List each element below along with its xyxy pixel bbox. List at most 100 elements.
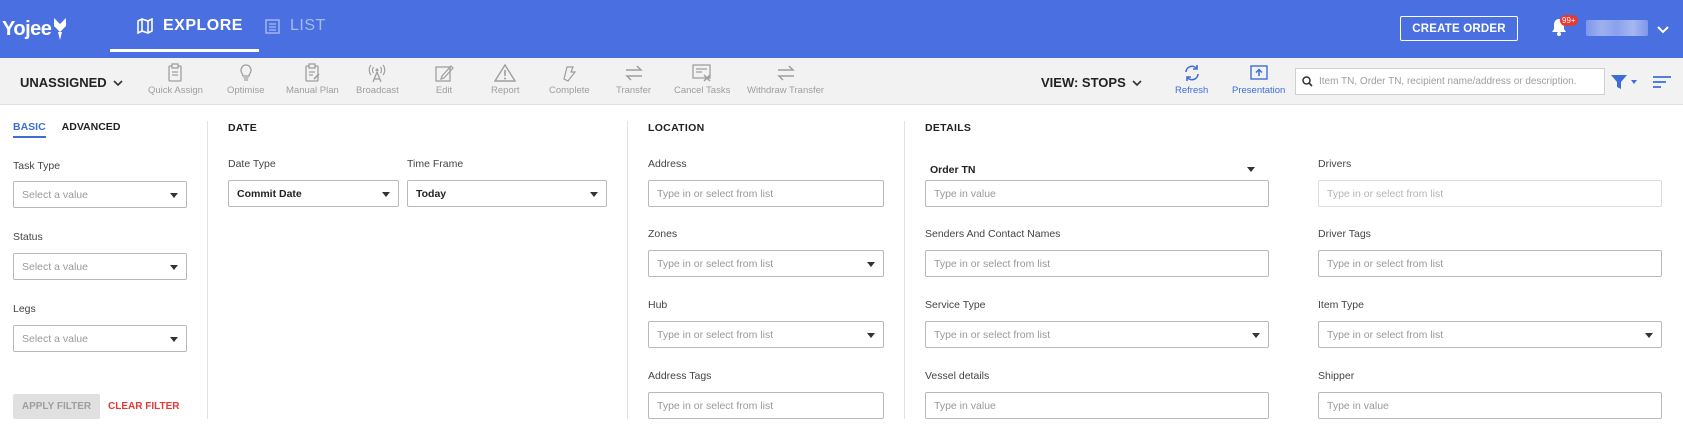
caret-down-icon bbox=[1645, 333, 1653, 338]
chevron-down-icon[interactable] bbox=[1657, 22, 1669, 40]
transfer-icon bbox=[624, 65, 643, 81]
caret-down-icon bbox=[590, 192, 598, 197]
hub-placeholder: Type in or select from list bbox=[657, 328, 774, 341]
broadcast-button[interactable]: Broadcast bbox=[356, 63, 399, 96]
quick-assign-button[interactable]: Quick Assign bbox=[148, 63, 203, 96]
unassigned-dropdown[interactable]: UNASSIGNED bbox=[20, 75, 123, 90]
complete-icon bbox=[563, 66, 577, 82]
apply-filter-button[interactable]: APPLY FILTER bbox=[13, 394, 100, 419]
caret-down-icon bbox=[1247, 167, 1255, 172]
driver-tags-placeholder: Type in or select from list bbox=[1327, 257, 1444, 270]
service-type-label: Service Type bbox=[925, 299, 986, 311]
order-tn-input[interactable]: Type in value bbox=[925, 180, 1269, 207]
search-icon bbox=[1302, 76, 1313, 87]
caret-down-icon bbox=[170, 337, 178, 342]
vessel-placeholder: Type in value bbox=[934, 399, 996, 412]
user-name-redacted[interactable] bbox=[1586, 20, 1648, 36]
caret-down-icon bbox=[382, 192, 390, 197]
withdraw-transfer-button[interactable]: Withdraw Transfer bbox=[747, 63, 824, 96]
hub-select[interactable]: Type in or select from list bbox=[648, 321, 884, 348]
clear-filter-button[interactable]: CLEAR FILTER bbox=[108, 401, 179, 412]
list-icon bbox=[265, 18, 280, 34]
address-input[interactable]: Type in or select from list bbox=[648, 180, 884, 207]
active-tab-indicator bbox=[110, 49, 259, 52]
manual-plan-icon bbox=[305, 63, 320, 82]
map-icon bbox=[137, 18, 153, 34]
location-section-title: LOCATION bbox=[648, 122, 705, 134]
details-section-title: DETAILS bbox=[925, 122, 972, 134]
shipper-input[interactable]: Type in value bbox=[1318, 392, 1662, 419]
cancel-tasks-icon bbox=[692, 64, 711, 82]
manual-plan-button[interactable]: Manual Plan bbox=[286, 63, 339, 96]
sort-icon[interactable] bbox=[1652, 75, 1672, 94]
task-type-label: Task Type bbox=[13, 160, 61, 172]
time-frame-select[interactable]: Today bbox=[407, 180, 607, 207]
logo-mark-icon bbox=[54, 18, 67, 40]
withdraw-transfer-label: Withdraw Transfer bbox=[747, 85, 825, 96]
optimise-button[interactable]: Optimise bbox=[227, 63, 264, 96]
status-label: Status bbox=[13, 231, 43, 243]
order-tn-value: Order TN bbox=[930, 164, 976, 176]
legs-select[interactable]: Select a value bbox=[13, 325, 187, 352]
report-button[interactable]: Report bbox=[491, 63, 520, 96]
column-divider bbox=[904, 121, 905, 419]
item-type-select[interactable]: Type in or select from list bbox=[1318, 321, 1662, 348]
zones-select[interactable]: Type in or select from list bbox=[648, 250, 884, 277]
drivers-input[interactable]: Type in or select from list bbox=[1318, 180, 1662, 207]
edit-button[interactable]: Edit bbox=[434, 63, 454, 96]
logo-text: Yojee bbox=[2, 17, 52, 40]
view-stops-dropdown[interactable]: VIEW: STOPS bbox=[1041, 75, 1142, 90]
broadcast-label: Broadcast bbox=[356, 85, 399, 96]
caret-down-icon bbox=[867, 333, 875, 338]
search-input[interactable] bbox=[1319, 76, 1599, 87]
driver-tags-label: Driver Tags bbox=[1318, 228, 1371, 240]
senders-placeholder: Type in or select from list bbox=[934, 257, 1051, 270]
presentation-label: Presentation bbox=[1232, 85, 1286, 96]
notification-badge: 99+ bbox=[1560, 15, 1578, 26]
time-frame-value: Today bbox=[416, 187, 447, 200]
task-type-select[interactable]: Select a value bbox=[13, 181, 187, 208]
caret-down-icon bbox=[170, 193, 178, 198]
create-order-button[interactable]: CREATE ORDER bbox=[1400, 16, 1518, 41]
search-field[interactable] bbox=[1295, 68, 1605, 95]
yojee-logo[interactable]: Yojee bbox=[2, 12, 68, 46]
legs-placeholder: Select a value bbox=[22, 332, 88, 345]
service-type-select[interactable]: Type in or select from list bbox=[925, 321, 1269, 348]
quick-assign-icon bbox=[168, 63, 183, 82]
refresh-label: Refresh bbox=[1175, 85, 1209, 96]
tab-list-label: LIST bbox=[290, 17, 326, 34]
broadcast-icon bbox=[369, 64, 386, 83]
action-toolbar: UNASSIGNED Quick Assign Optimise Manual … bbox=[0, 58, 1683, 105]
vessel-input[interactable]: Type in value bbox=[925, 392, 1269, 419]
item-type-placeholder: Type in or select from list bbox=[1327, 328, 1444, 341]
tab-explore[interactable]: EXPLORE bbox=[137, 0, 243, 52]
tab-list[interactable]: LIST bbox=[265, 0, 326, 52]
senders-input[interactable]: Type in or select from list bbox=[925, 250, 1269, 277]
presentation-button[interactable]: Presentation bbox=[1232, 63, 1285, 96]
order-tn-select[interactable]: Order TN bbox=[925, 160, 1265, 180]
cancel-tasks-button[interactable]: Cancel Tasks bbox=[674, 63, 730, 96]
address-tags-input[interactable]: Type in or select from list bbox=[648, 392, 884, 419]
chevron-down-icon bbox=[113, 79, 123, 86]
manual-plan-label: Manual Plan bbox=[286, 85, 339, 96]
address-placeholder: Type in or select from list bbox=[657, 187, 774, 200]
drivers-placeholder: Type in or select from list bbox=[1327, 187, 1444, 200]
column-divider bbox=[207, 121, 208, 419]
shipper-placeholder: Type in value bbox=[1327, 399, 1389, 412]
refresh-button[interactable]: Refresh bbox=[1175, 63, 1208, 96]
status-select[interactable]: Select a value bbox=[13, 253, 187, 280]
date-type-value: Commit Date bbox=[237, 187, 302, 200]
transfer-button[interactable]: Transfer bbox=[616, 63, 651, 96]
date-type-select[interactable]: Commit Date bbox=[228, 180, 399, 207]
view-stops-label: VIEW: STOPS bbox=[1041, 75, 1126, 90]
tab-basic[interactable]: BASIC bbox=[13, 121, 46, 138]
filter-toggle[interactable] bbox=[1610, 74, 1640, 95]
address-tags-label: Address Tags bbox=[648, 370, 712, 382]
complete-button[interactable]: Complete bbox=[549, 63, 590, 96]
status-placeholder: Select a value bbox=[22, 260, 88, 273]
tab-advanced[interactable]: ADVANCED bbox=[62, 121, 121, 138]
driver-tags-input[interactable]: Type in or select from list bbox=[1318, 250, 1662, 277]
item-type-label: Item Type bbox=[1318, 299, 1364, 311]
vessel-label: Vessel details bbox=[925, 370, 990, 382]
complete-label: Complete bbox=[549, 85, 590, 96]
